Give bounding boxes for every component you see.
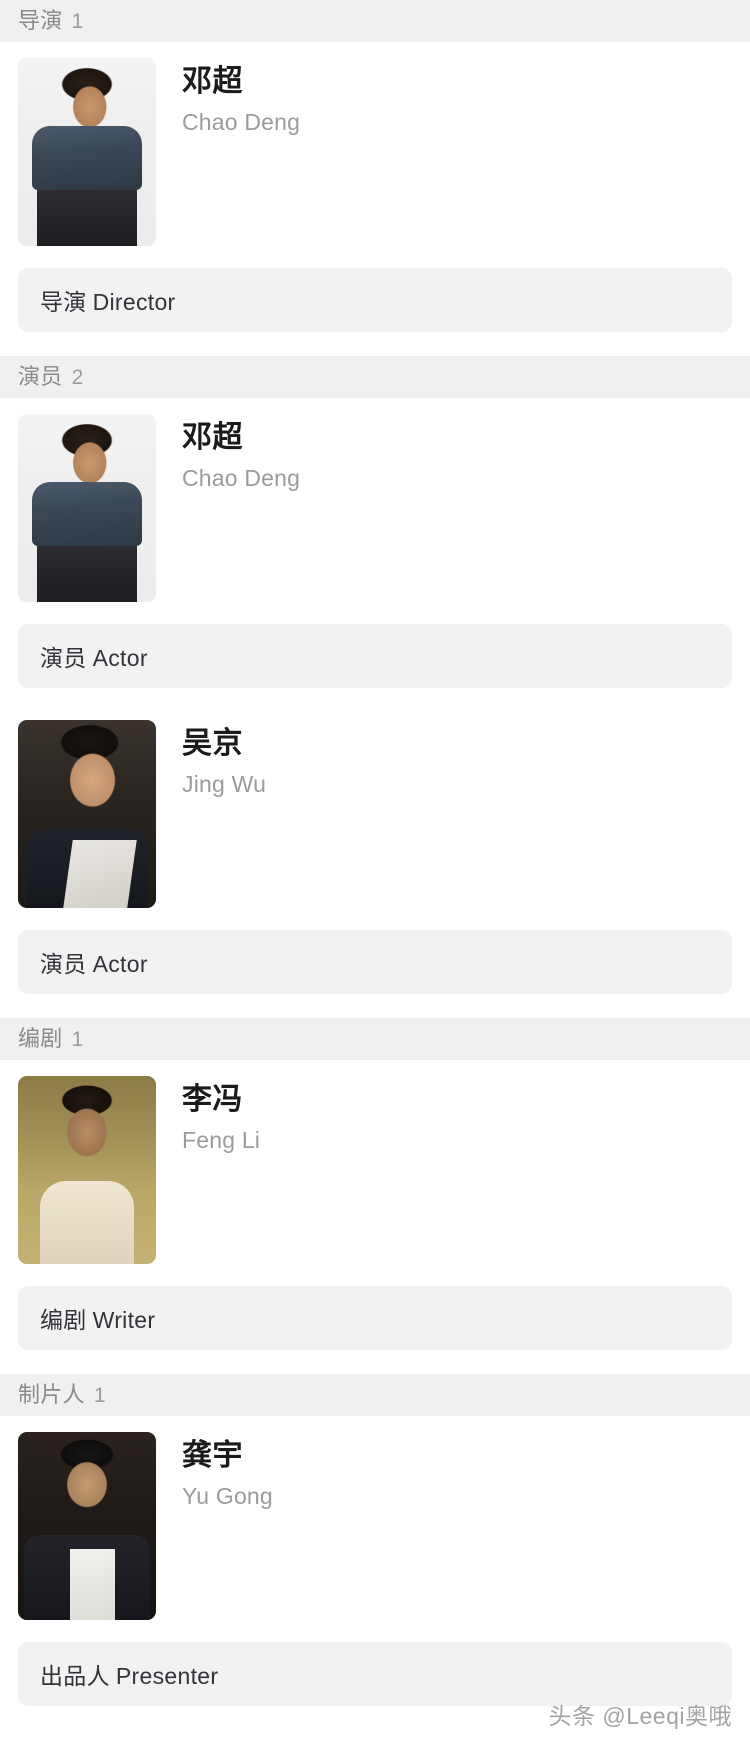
role-row: 演员 Actor	[0, 602, 750, 706]
person-name-en: Chao Deng	[182, 465, 301, 492]
section-label: 编剧	[18, 1026, 63, 1051]
portrait-yu-gong-image	[18, 1432, 156, 1620]
person-name-cn: 龚宇	[182, 1439, 243, 1472]
section-label: 导演	[18, 8, 63, 33]
person-name-cn: 吴京	[182, 727, 243, 760]
person-name-cn: 李冯	[182, 1083, 243, 1116]
role-text: 演员 Actor	[40, 639, 148, 673]
section-count: 2	[71, 365, 84, 389]
portrait-feng-li-image	[18, 1076, 156, 1264]
person-card[interactable]: 邓超 Chao Deng	[0, 42, 750, 246]
portrait-jing-wu-image	[18, 720, 156, 908]
role-text-cn: 编剧	[40, 1307, 87, 1333]
role-pill[interactable]: 演员 Actor	[18, 624, 732, 688]
cast-crew-page: 导演 1 邓超 Chao Deng 导演 Director 演员 2 邓超 Ch…	[0, 0, 750, 1755]
section-header-director: 导演 1	[0, 0, 750, 42]
role-text: 演员 Actor	[40, 945, 148, 979]
role-text-cn: 演员	[40, 645, 87, 671]
person-card[interactable]: 龚宇 Yu Gong	[0, 1416, 750, 1620]
person-card[interactable]: 李冯 Feng Li	[0, 1060, 750, 1264]
person-name-cn: 邓超	[182, 421, 243, 454]
section-header-producer: 制片人 1	[0, 1374, 750, 1416]
role-text-cn: 演员	[40, 951, 87, 977]
role-pill[interactable]: 演员 Actor	[18, 930, 732, 994]
role-text-cn: 导演	[40, 289, 87, 315]
role-pill[interactable]: 出品人 Presenter	[18, 1642, 732, 1706]
person-name-en: Chao Deng	[182, 109, 301, 136]
section-header-actor: 演员 2	[0, 356, 750, 398]
role-text-en: Actor	[92, 951, 148, 977]
role-pill[interactable]: 导演 Director	[18, 268, 732, 332]
avatar[interactable]	[18, 1076, 156, 1264]
avatar[interactable]	[18, 58, 156, 246]
section-count: 1	[71, 9, 84, 33]
avatar[interactable]	[18, 1432, 156, 1620]
avatar[interactable]	[18, 720, 156, 908]
role-pill[interactable]: 编剧 Writer	[18, 1286, 732, 1350]
person-name-en: Yu Gong	[182, 1483, 273, 1510]
person-name-cn: 邓超	[182, 65, 243, 98]
role-row: 出品人 Presenter	[0, 1620, 750, 1730]
section-header-writer: 编剧 1	[0, 1018, 750, 1060]
portrait-chao-deng-image	[18, 414, 156, 602]
person-name-en: Jing Wu	[182, 771, 267, 798]
role-row: 编剧 Writer	[0, 1264, 750, 1374]
role-text: 编剧 Writer	[40, 1301, 155, 1335]
person-card[interactable]: 吴京 Jing Wu	[0, 706, 750, 908]
role-text: 出品人 Presenter	[40, 1657, 218, 1691]
role-text-en: Writer	[92, 1307, 156, 1333]
role-text: 导演 Director	[40, 283, 176, 317]
role-text-en: Director	[92, 289, 176, 315]
role-row: 演员 Actor	[0, 908, 750, 1018]
portrait-chao-deng-image	[18, 58, 156, 246]
section-label: 制片人	[18, 1382, 85, 1407]
avatar[interactable]	[18, 414, 156, 602]
section-count: 1	[71, 1027, 84, 1051]
role-text-en: Actor	[92, 645, 148, 671]
role-text-en: Presenter	[115, 1663, 219, 1689]
section-label: 演员	[18, 364, 63, 389]
role-text-cn: 出品人	[40, 1663, 110, 1689]
section-count: 1	[93, 1383, 106, 1407]
role-row: 导演 Director	[0, 246, 750, 356]
person-name-en: Feng Li	[182, 1127, 261, 1154]
person-card[interactable]: 邓超 Chao Deng	[0, 398, 750, 602]
